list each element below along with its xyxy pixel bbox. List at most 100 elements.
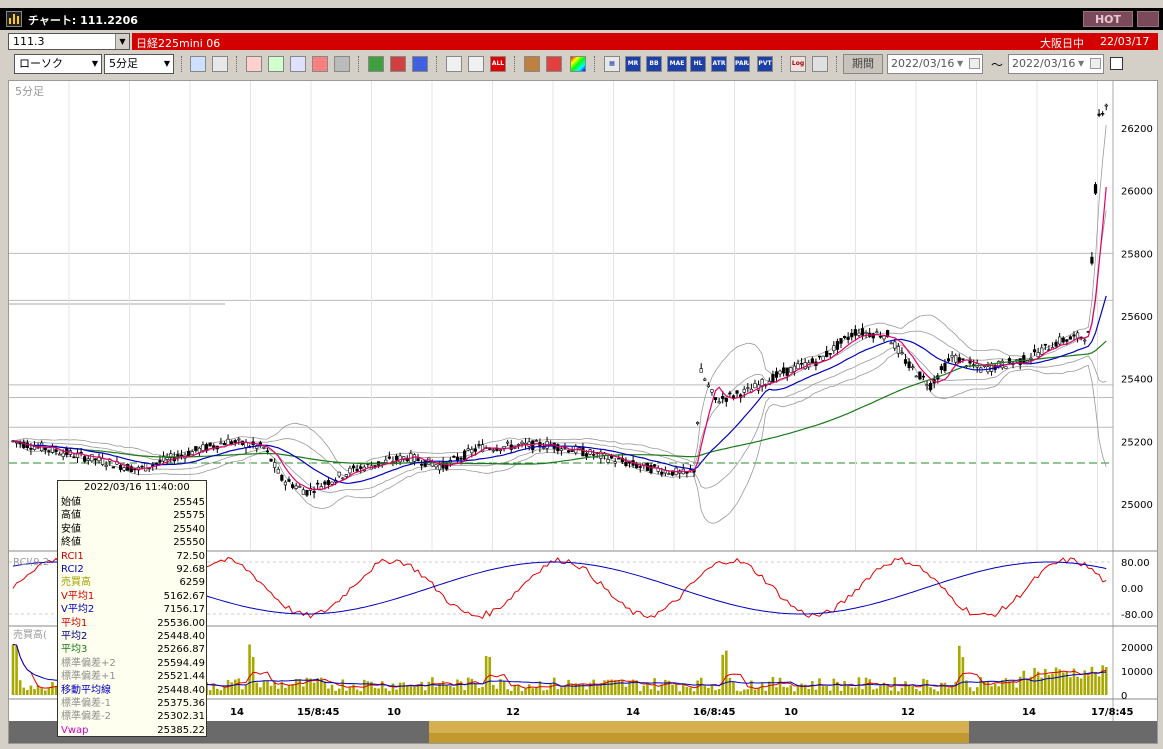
interval-label: 5分足 xyxy=(15,85,44,98)
volume-bar xyxy=(1087,675,1090,695)
hot-button[interactable]: HOT xyxy=(1083,11,1133,27)
candle-up xyxy=(398,455,402,463)
candle-down xyxy=(459,457,463,460)
candle-down xyxy=(839,338,843,344)
price-tick-label: 26000 xyxy=(1121,187,1153,198)
volume-bar xyxy=(287,685,291,695)
period-button[interactable]: 期間 xyxy=(843,54,883,74)
zoom-icon[interactable] xyxy=(190,56,206,72)
volume-bar xyxy=(753,689,757,695)
date-to-field[interactable]: 2022/03/16 ▼ xyxy=(1008,54,1104,74)
chevron-down-icon: ▼ xyxy=(957,59,964,68)
volume-bar xyxy=(735,690,739,695)
date-from-field[interactable]: 2022/03/16 ▼ xyxy=(887,54,983,74)
para-button[interactable]: PARA xyxy=(734,56,750,72)
data-row-label: 始値 xyxy=(61,497,81,508)
calendar-icon[interactable] xyxy=(1090,58,1101,69)
price-tick-label: 25200 xyxy=(1121,437,1153,448)
data-row-label: 高値 xyxy=(61,510,81,522)
candle-down xyxy=(939,366,943,371)
volume-bar xyxy=(51,682,54,695)
chart-toolbar: ローソク ▼ 5分足 ▼ ALL ▦ MR BB MAE HL ATR PAR … xyxy=(0,53,1163,75)
export-icon[interactable] xyxy=(812,56,828,72)
candle-up xyxy=(301,489,305,495)
candle-up xyxy=(954,355,958,363)
chevron-down-icon[interactable]: ▼ xyxy=(115,34,129,49)
range-checkbox[interactable] xyxy=(1110,57,1123,70)
volume-bar xyxy=(871,689,875,695)
time-axis-label: 15/8:45 xyxy=(297,707,339,718)
ma1-line xyxy=(12,186,1107,491)
indicator-icon[interactable]: ▦ xyxy=(604,56,620,72)
volume-bar xyxy=(768,681,771,695)
candle-down xyxy=(871,333,875,339)
chart-type-select[interactable]: ローソク ▼ xyxy=(14,54,102,74)
pointer-icon[interactable] xyxy=(246,56,262,72)
candle-down xyxy=(713,397,718,400)
time-axis-label: 14 xyxy=(230,707,244,718)
compare-icon[interactable] xyxy=(312,56,328,72)
candle-down xyxy=(1054,341,1058,347)
volume-bar xyxy=(298,679,302,695)
volume-bar xyxy=(359,691,362,695)
color-icon[interactable] xyxy=(570,56,586,72)
volume-tick-label: 0 xyxy=(1121,691,1127,702)
crosshair-icon[interactable] xyxy=(212,56,228,72)
atr-button[interactable]: ATR xyxy=(711,56,727,72)
settings-icon[interactable] xyxy=(524,56,540,72)
undo-icon[interactable] xyxy=(412,56,428,72)
pvt-button[interactable]: PVT xyxy=(757,56,773,72)
volume-bar xyxy=(43,690,47,695)
candle-down xyxy=(43,447,47,451)
data-row: 安値 25540 xyxy=(61,523,205,536)
all-button[interactable]: ALL xyxy=(490,56,506,72)
candle-up xyxy=(283,481,288,486)
candle-down xyxy=(617,457,621,460)
volume-bar xyxy=(742,689,746,695)
candle-up xyxy=(491,449,495,452)
volume-bar xyxy=(932,689,936,695)
arrow-icon[interactable] xyxy=(390,56,406,72)
lock-icon[interactable] xyxy=(334,56,350,72)
candle-up xyxy=(925,384,929,387)
toolbar-separator xyxy=(594,56,596,72)
candle-down xyxy=(1022,355,1026,364)
magnify-chart-icon[interactable] xyxy=(268,56,284,72)
volume-bar xyxy=(631,679,635,695)
data-row: 標準偏差+1 25521.44 xyxy=(61,670,205,683)
volume-bar xyxy=(897,691,900,695)
bar-icon[interactable] xyxy=(468,56,484,72)
interval-select[interactable]: 5分足 ▼ xyxy=(104,54,174,74)
volume-bar xyxy=(638,691,642,695)
bb-button[interactable]: BB xyxy=(646,56,662,72)
volume-bar xyxy=(972,691,975,695)
mae-button[interactable]: MAE xyxy=(667,56,687,72)
window-menu-button[interactable] xyxy=(1137,11,1159,27)
volume-bar xyxy=(423,690,427,695)
log-button[interactable]: Log xyxy=(790,56,806,72)
calendar-icon[interactable] xyxy=(969,58,980,69)
candle-icon[interactable] xyxy=(446,56,462,72)
candle-up xyxy=(201,444,205,451)
candle-up xyxy=(262,446,266,449)
title-bar[interactable]: チャート: 111.2206 HOT xyxy=(0,8,1163,30)
hl-button[interactable]: HL xyxy=(690,56,706,72)
candle-down xyxy=(903,359,908,364)
symbol-select[interactable]: 111.3 ▼ xyxy=(8,33,130,50)
tool-icon[interactable] xyxy=(546,56,562,72)
symbol-value: 111.3 xyxy=(13,35,45,48)
volume-bar xyxy=(997,686,1001,695)
scale-icon[interactable] xyxy=(290,56,306,72)
volume-bar xyxy=(692,691,696,695)
volume-bar xyxy=(413,686,416,695)
candle-down xyxy=(835,341,840,350)
candle-up xyxy=(606,459,610,463)
mr-button[interactable]: MR xyxy=(625,56,641,72)
volume-bar xyxy=(208,690,212,695)
volume-bar xyxy=(904,681,907,695)
volume-bar xyxy=(223,687,226,695)
trendline-icon[interactable] xyxy=(368,56,384,72)
volume-bar xyxy=(990,686,993,695)
volume-bar xyxy=(230,682,233,695)
candle-down xyxy=(140,465,144,468)
